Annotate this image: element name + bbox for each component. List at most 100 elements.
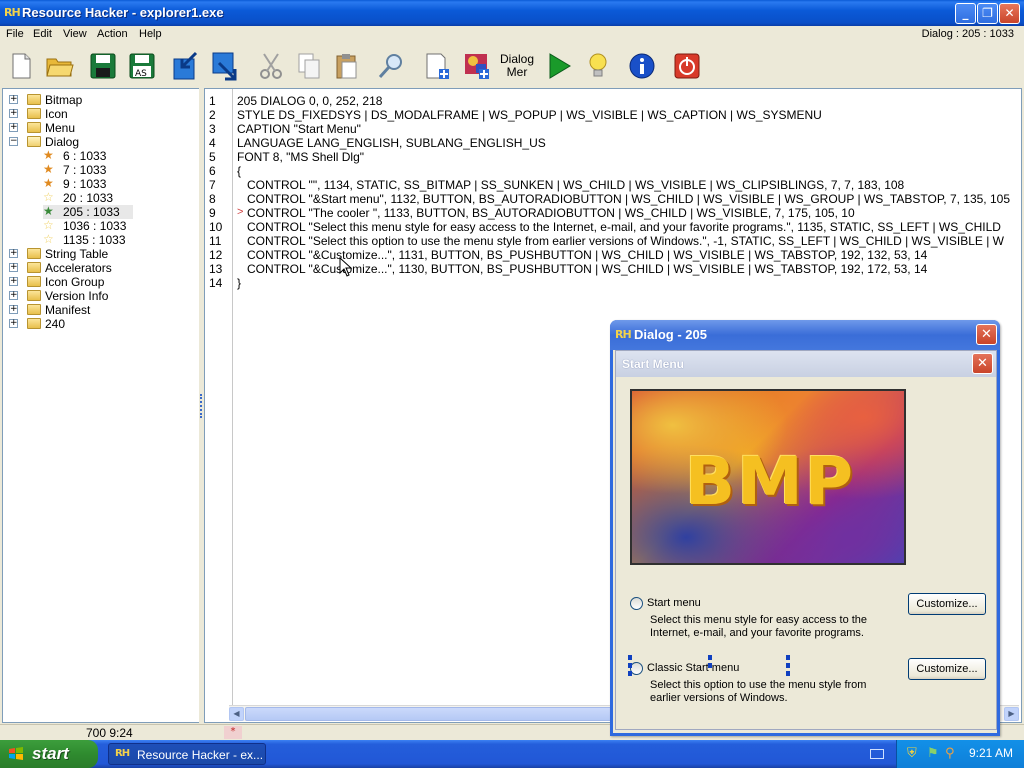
line-number: 7 [209, 178, 216, 192]
maximize-button[interactable]: ❐ [977, 3, 998, 24]
classic-start-menu-description-2: earlier versions of Windows. [650, 692, 788, 704]
network-icon[interactable]: ⚑ [927, 746, 939, 761]
tree-label: 205 : 1033 [63, 205, 120, 219]
tree-node-dialog-205[interactable]: ★ 205 : 1033 [43, 205, 133, 219]
star-outline-icon: ☆ [43, 218, 54, 232]
splitter-grip[interactable] [200, 394, 203, 418]
modified-indicator: * [224, 726, 242, 739]
menu-help[interactable]: Help [139, 28, 162, 40]
about-icon[interactable] [625, 49, 659, 83]
find-icon[interactable] [374, 49, 408, 83]
taskbar-item-resource-hacker[interactable]: RH Resource Hacker - ex... [108, 743, 266, 765]
scroll-right-icon[interactable]: ▶ [1004, 707, 1019, 721]
start-menu-description-2: Internet, e-mail, and your favorite prog… [650, 627, 864, 639]
selection-handle[interactable] [708, 663, 712, 668]
dialog-preview-window[interactable]: RH Dialog - 205 ✕ Start Menu ✕ BMP Start… [610, 320, 1000, 736]
exit-icon[interactable] [670, 49, 704, 83]
selection-handle[interactable] [628, 663, 632, 668]
expand-icon[interactable]: + [9, 291, 18, 300]
menu-view[interactable]: View [63, 28, 87, 40]
start-button[interactable]: start [0, 740, 98, 768]
start-menu-dialog: Start Menu ✕ BMP Start menu Select this … [615, 350, 997, 730]
dialog-preview-close-button[interactable]: ✕ [976, 324, 997, 345]
code-line: 205 DIALOG 0, 0, 252, 218 [237, 94, 383, 108]
dialog-preview-title: Dialog - 205 [634, 327, 707, 342]
line-number: 3 [209, 122, 216, 136]
expand-icon[interactable]: + [9, 95, 18, 104]
open-folder-icon [27, 136, 41, 147]
classic-start-menu-description: Select this option to use the menu style… [650, 679, 867, 691]
selection-handle[interactable] [786, 655, 790, 660]
star-icon: ★ [43, 162, 54, 176]
open-folder-icon[interactable] [42, 49, 76, 83]
expand-icon[interactable]: + [9, 249, 18, 258]
expand-icon[interactable]: + [9, 277, 18, 286]
keyboard-layout-icon[interactable] [870, 749, 884, 759]
selection-handle[interactable] [786, 671, 790, 676]
taskbar-item-label: Resource Hacker - ex... [137, 748, 264, 762]
menu-file[interactable]: File [6, 28, 24, 40]
svg-text:AS: AS [135, 69, 147, 79]
scroll-left-icon[interactable]: ◀ [229, 707, 244, 721]
security-shield-icon[interactable]: ⛨ [907, 746, 917, 761]
import-icon[interactable] [168, 49, 202, 83]
clock[interactable]: 9:21 AM [969, 746, 1013, 760]
copy-icon[interactable] [292, 49, 326, 83]
dialog-menu-label-2: Mer [506, 65, 528, 79]
cut-icon[interactable] [254, 49, 288, 83]
close-button[interactable]: ✕ [999, 3, 1020, 24]
add-resource-icon[interactable] [420, 49, 454, 83]
code-line: LANGUAGE LANG_ENGLISH, SUBLANG_ENGLISH_U… [237, 136, 546, 150]
customize-classic-menu-button[interactable]: Customize... [908, 658, 986, 680]
code-line: CAPTION "Start Menu" [237, 122, 361, 136]
minimize-button[interactable]: _ [955, 3, 976, 24]
tree-label: 20 : 1033 [63, 191, 114, 205]
code-line: { [237, 164, 242, 178]
tree-label: Icon [45, 107, 68, 121]
star-icon: ★ [43, 176, 54, 190]
add-image-icon[interactable] [460, 49, 494, 83]
classic-start-menu-option-label[interactable]: Classic Start menu [647, 662, 739, 674]
code-line: STYLE DS_FIXEDSYS | DS_MODALFRAME | WS_P… [237, 108, 822, 122]
expand-icon[interactable]: + [9, 305, 18, 314]
start-menu-close-button[interactable]: ✕ [972, 353, 993, 374]
customize-start-menu-button[interactable]: Customize... [908, 593, 986, 615]
run-script-icon[interactable] [542, 49, 576, 83]
star-icon: ★ [43, 148, 54, 162]
cursor-position: 700 9:24 [86, 726, 133, 740]
dialog-menu-icon[interactable]: Dialog Mer [497, 49, 537, 83]
search-icon[interactable]: ⚲ [945, 746, 955, 761]
new-file-icon[interactable] [4, 49, 38, 83]
menu-edit[interactable]: Edit [33, 28, 52, 40]
line-number: 4 [209, 136, 216, 150]
collapse-icon[interactable]: − [9, 137, 18, 146]
code-line: CONTROL "", 1134, STATIC, SS_BITMAP | SS… [237, 178, 905, 192]
selection-handle[interactable] [708, 655, 712, 660]
export-icon[interactable] [207, 49, 241, 83]
tree-label: Version Info [45, 289, 109, 303]
start-label: start [32, 744, 69, 763]
start-menu-option-label[interactable]: Start menu [647, 597, 701, 609]
expand-icon[interactable]: + [9, 109, 18, 118]
selection-handle[interactable] [628, 655, 632, 660]
selection-handle[interactable] [786, 663, 790, 668]
line-number: 6 [209, 164, 216, 178]
selection-handle[interactable] [628, 671, 632, 676]
save-as-icon[interactable]: AS [125, 49, 159, 83]
tree-label: 9 : 1033 [63, 177, 107, 191]
tree-label: 7 : 1033 [63, 163, 107, 177]
paste-icon[interactable] [330, 49, 364, 83]
start-menu-radio[interactable] [630, 597, 643, 610]
app-logo-icon: RH [615, 328, 632, 341]
expand-icon[interactable]: + [9, 123, 18, 132]
line-number: 5 [209, 150, 216, 164]
hint-icon[interactable] [581, 49, 615, 83]
expand-icon[interactable]: + [9, 319, 18, 328]
expand-icon[interactable]: + [9, 263, 18, 272]
line-number: 12 [209, 248, 223, 262]
menu-action[interactable]: Action [97, 28, 128, 40]
line-number: 2 [209, 108, 216, 122]
save-icon[interactable] [86, 49, 120, 83]
dialog-preview-title-bar[interactable]: RH Dialog - 205 ✕ [610, 320, 1000, 350]
code-line: FONT 8, "MS Shell Dlg" [237, 150, 364, 164]
